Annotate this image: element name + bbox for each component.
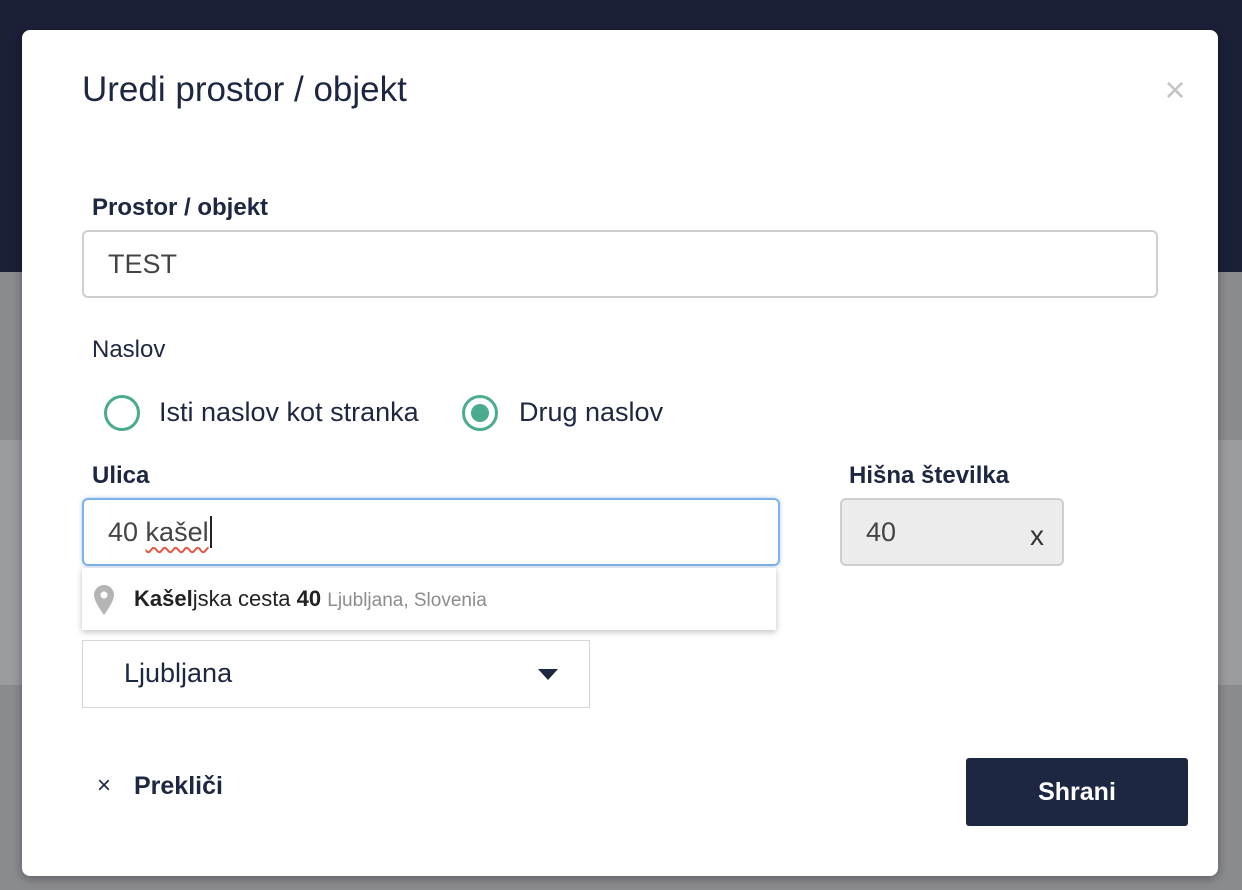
radio-same-address[interactable] bbox=[104, 395, 140, 431]
clear-house-number-icon[interactable]: x bbox=[1025, 520, 1049, 552]
map-pin-icon bbox=[94, 585, 114, 620]
text-caret bbox=[209, 516, 212, 548]
edit-space-dialog: Uredi prostor / objekt × Prostor / objek… bbox=[22, 30, 1218, 876]
suggestion-rest: jska cesta bbox=[192, 586, 297, 611]
save-button[interactable]: Shrani bbox=[966, 758, 1188, 826]
street-input-prefix: 40 bbox=[108, 516, 146, 547]
suggestion-number: 40 bbox=[296, 586, 322, 611]
suggestion-secondary: Ljubljana, Slovenia bbox=[327, 590, 487, 611]
dialog-title: Uredi prostor / objekt bbox=[82, 70, 407, 109]
address-label: Naslov bbox=[92, 336, 166, 363]
radio-selected-dot bbox=[471, 404, 489, 422]
house-number-value: 40 bbox=[866, 516, 897, 547]
radio-same-address-label[interactable]: Isti naslov kot stranka bbox=[159, 397, 419, 428]
space-label: Prostor / objekt bbox=[92, 194, 269, 221]
city-select-value: Ljubljana bbox=[124, 658, 233, 688]
city-select[interactable]: Ljubljana bbox=[82, 640, 590, 708]
radio-other-address-label[interactable]: Drug naslov bbox=[519, 397, 663, 428]
suggestion-item[interactable]: Kašeljska cesta 40 Ljubljana, Slovenia bbox=[134, 586, 487, 612]
address-suggestion-dropdown[interactable]: Kašeljska cesta 40 Ljubljana, Slovenia bbox=[82, 568, 776, 630]
house-number-label: Hišna številka bbox=[849, 462, 1010, 489]
space-input-value: TEST bbox=[108, 248, 178, 279]
street-label: Ulica bbox=[92, 462, 150, 489]
suggestion-match: Kašel bbox=[134, 586, 193, 611]
cancel-label: Prekliči bbox=[134, 771, 223, 800]
street-input[interactable]: 40 kašel bbox=[82, 498, 780, 566]
space-input[interactable]: TEST bbox=[82, 230, 1158, 298]
close-icon: × bbox=[96, 772, 111, 799]
street-input-misspelled-word: kašel bbox=[145, 516, 209, 547]
cancel-button[interactable]: × Prekliči bbox=[94, 770, 223, 802]
close-icon[interactable]: × bbox=[1160, 72, 1190, 108]
radio-other-address[interactable] bbox=[462, 395, 498, 431]
chevron-down-icon bbox=[538, 669, 558, 680]
